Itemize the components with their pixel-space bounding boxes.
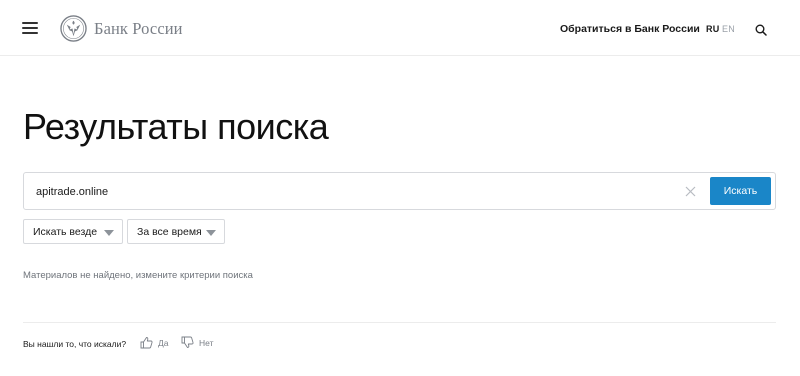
filter-where-select[interactable]: Искать везде (23, 219, 123, 244)
search-submit-button[interactable]: Искать (710, 177, 771, 205)
chevron-down-icon (206, 230, 216, 236)
logo[interactable]: Банк России (60, 15, 183, 42)
feedback-yes-button[interactable]: Да (140, 336, 168, 349)
lang-ru[interactable]: RU (706, 24, 719, 34)
chevron-down-icon (104, 230, 114, 236)
thumbs-up-icon (140, 337, 153, 349)
site-header: Банк России Обратиться в Банк России RU … (0, 0, 800, 56)
logo-text: Банк России (94, 18, 183, 38)
feedback-no-button[interactable]: Нет (181, 336, 213, 349)
filter-when-label: За все время (137, 226, 202, 238)
feedback-yes-label: Да (158, 337, 169, 348)
lang-en[interactable]: EN (722, 24, 735, 34)
page-title: Результаты поиска (23, 106, 329, 147)
bank-emblem-icon (60, 15, 87, 42)
menu-icon[interactable] (22, 22, 38, 34)
contact-bank-link[interactable]: Обратиться в Банк России (560, 23, 700, 35)
search-form: Искать (23, 172, 776, 210)
feedback-question: Вы нашли то, что искали? (23, 339, 127, 349)
search-icon[interactable] (755, 24, 767, 36)
thumbs-down-icon (181, 336, 194, 348)
no-results-message: Материалов не найдено, измените критерии… (23, 270, 253, 281)
divider (23, 322, 776, 323)
feedback-no-label: Нет (199, 337, 214, 348)
close-icon[interactable] (685, 186, 696, 197)
filter-where-label: Искать везде (33, 226, 98, 238)
filter-when-select[interactable]: За все время (127, 219, 225, 244)
search-input[interactable] (36, 182, 676, 202)
